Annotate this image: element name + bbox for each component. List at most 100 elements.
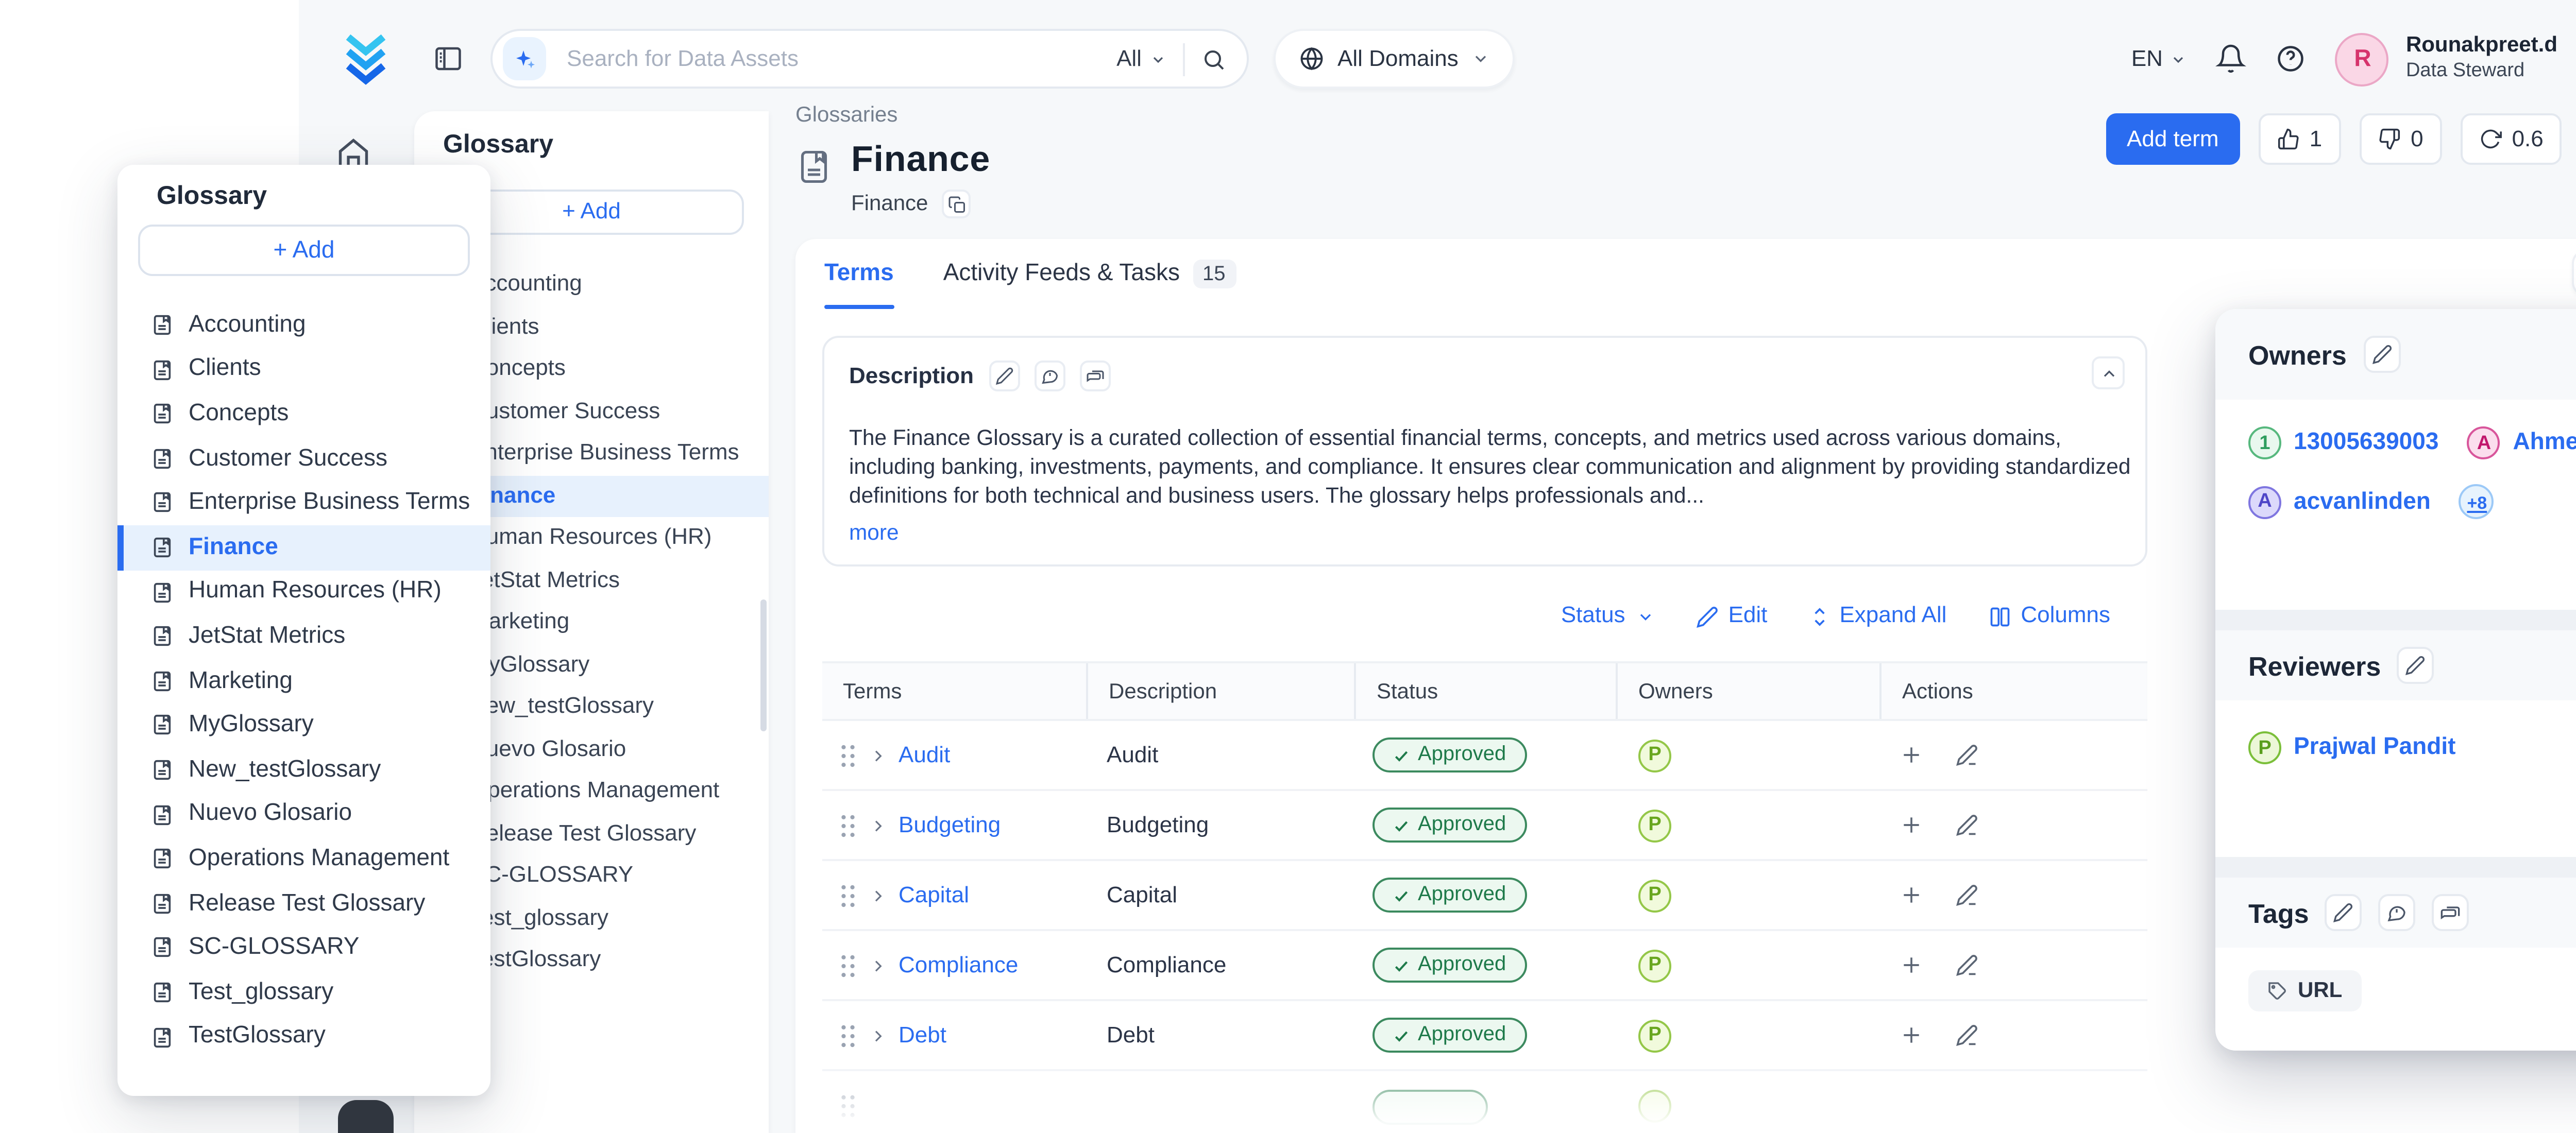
owner-avatar[interactable]: P [1638,739,1671,771]
language-dropdown[interactable]: EN [2131,46,2188,71]
more-owners-button[interactable]: +8 [2460,484,2495,519]
add-child-term-icon[interactable] [1900,744,1923,766]
columns-button[interactable]: Columns [1988,604,2110,628]
expand-row-icon[interactable] [870,817,886,833]
search-input[interactable] [563,44,1100,73]
app-logo[interactable] [340,31,392,87]
add-child-term-icon[interactable] [1900,884,1923,906]
reviewer-name-link[interactable]: Prajwal Pandit [2294,735,2455,760]
tab-terms[interactable]: Terms [824,239,894,309]
glossary-popup-item[interactable]: Test_glossary [117,970,490,1015]
expand-all-button[interactable]: Expand All [1808,604,1946,628]
glossary-popup-item[interactable]: Accounting [117,303,490,347]
owner-chip[interactable]: 1 13005639003 [2248,426,2438,459]
tab-activity-feeds[interactable]: Activity Feeds & Tasks 15 [943,239,1236,309]
term-link[interactable]: Compliance [899,953,1018,977]
expand-row-icon[interactable] [870,1027,886,1043]
user-menu[interactable]: R Rounakpreet.d Data Steward [2336,32,2576,85]
edit-term-icon[interactable] [1956,884,1978,906]
edit-reviewers-button[interactable] [2397,647,2434,684]
glossary-popup-item[interactable]: Enterprise Business Terms [117,481,490,525]
edit-button[interactable]: Edit [1696,604,1768,628]
owner-name-link[interactable]: 13005639003 [2294,431,2438,455]
domains-dropdown[interactable]: All Domains [1274,29,1514,89]
global-search[interactable]: All [490,29,1249,89]
version-button[interactable]: 0.6 [2461,113,2562,165]
term-link[interactable]: Capital [899,883,969,907]
drag-handle-icon[interactable] [839,883,857,907]
upvote-button[interactable]: 1 [2258,113,2341,165]
status-badge: Approved [1372,948,1527,983]
edit-owners-button[interactable] [2363,336,2400,373]
owner-avatar[interactable]: P [1638,1019,1671,1052]
breadcrumb[interactable]: Glossaries [795,103,990,128]
sidebar-toggle-icon[interactable] [433,43,464,74]
owner-chip[interactable]: A acvanlinden [2248,485,2431,518]
owner-chip[interactable]: A Ahmed Mohamed [2467,426,2576,459]
drag-handle-icon[interactable] [839,1023,857,1048]
floating-widget-corner[interactable] [338,1100,394,1133]
term-link[interactable]: Budgeting [899,813,1001,837]
search-scope-dropdown[interactable]: All [1116,46,1166,71]
request-tags-button[interactable] [2379,894,2416,931]
add-term-button[interactable]: Add term [2106,113,2240,165]
term-link[interactable]: Audit [899,743,950,767]
status-badge: Approved [1372,808,1527,843]
status-filter[interactable]: Status [1561,604,1654,628]
add-child-term-icon[interactable] [1900,954,1923,976]
glossary-popup-item[interactable]: Concepts [117,392,490,436]
glossary-popup-item[interactable]: Finance [117,525,490,570]
copy-name-button[interactable] [942,190,971,218]
glossary-popup-item[interactable]: New_testGlossary [117,748,490,792]
glossary-popup-item[interactable]: MyGlossary [117,703,490,747]
edit-tags-button[interactable] [2326,894,2363,931]
glossary-popup-add-button[interactable]: + Add [138,225,470,276]
owner-name-link[interactable]: Ahmed Mohamed [2513,431,2576,455]
tags-conversations-button[interactable] [2433,894,2470,931]
glossary-popup-item[interactable]: TestGlossary [117,1015,490,1059]
description-more-link[interactable]: more [849,522,2121,547]
glossary-popup-item[interactable]: Operations Management [117,837,490,881]
add-child-term-icon[interactable] [1900,814,1923,836]
collapse-description-button[interactable] [2092,356,2125,389]
term-link[interactable]: Debt [899,1023,946,1048]
header-terms: Terms [822,663,1086,719]
expand-row-icon[interactable] [870,957,886,973]
description-conversations-button[interactable] [1079,360,1110,391]
right-panel-toggle-button[interactable] [2572,249,2576,297]
glossary-popup-item[interactable]: Marketing [117,659,490,703]
drag-handle-icon[interactable] [839,743,857,767]
edit-term-icon[interactable] [1956,1024,1978,1046]
glossary-popup-item[interactable]: Human Resources (HR) [117,570,490,614]
help-icon[interactable] [2276,43,2307,74]
edit-description-button[interactable] [988,360,1019,391]
downvote-button[interactable]: 0 [2359,113,2442,165]
expand-row-icon[interactable] [870,887,886,903]
glossary-popup-item[interactable]: Nuevo Glosario [117,792,490,836]
tag-chip-url[interactable]: URL [2248,970,2361,1011]
expand-row-icon[interactable] [870,747,886,763]
reviewer-chip[interactable]: P Prajwal Pandit [2248,731,2576,764]
owner-avatar[interactable]: P [1638,809,1671,842]
add-child-term-icon[interactable] [1900,1024,1923,1046]
ai-sparkle-icon[interactable] [503,37,546,80]
owner-avatar[interactable]: P [1638,949,1671,982]
table-body: Audit Audit Approved [822,721,2147,1071]
owner-name-link[interactable]: acvanlinden [2294,489,2431,514]
drag-handle-icon[interactable] [839,1093,857,1118]
edit-term-icon[interactable] [1956,954,1978,976]
glossary-popup-item[interactable]: SC-GLOSSARY [117,925,490,970]
drag-handle-icon[interactable] [839,813,857,837]
drag-handle-icon[interactable] [839,953,857,977]
search-icon[interactable] [1201,46,1226,71]
edit-term-icon[interactable] [1956,744,1978,766]
edit-term-icon[interactable] [1956,814,1978,836]
glossary-popup-item[interactable]: Release Test Glossary [117,881,490,925]
glossary-popup-item[interactable]: JetStat Metrics [117,614,490,659]
glossary-popup-item[interactable]: Customer Success [117,436,490,480]
glossary-popup-item[interactable]: Clients [117,347,490,391]
notifications-bell-icon[interactable] [2216,43,2247,74]
owner-avatar[interactable]: P [1638,879,1671,912]
request-description-button[interactable] [1033,360,1064,391]
sidebar-scrollbar[interactable] [760,599,767,731]
